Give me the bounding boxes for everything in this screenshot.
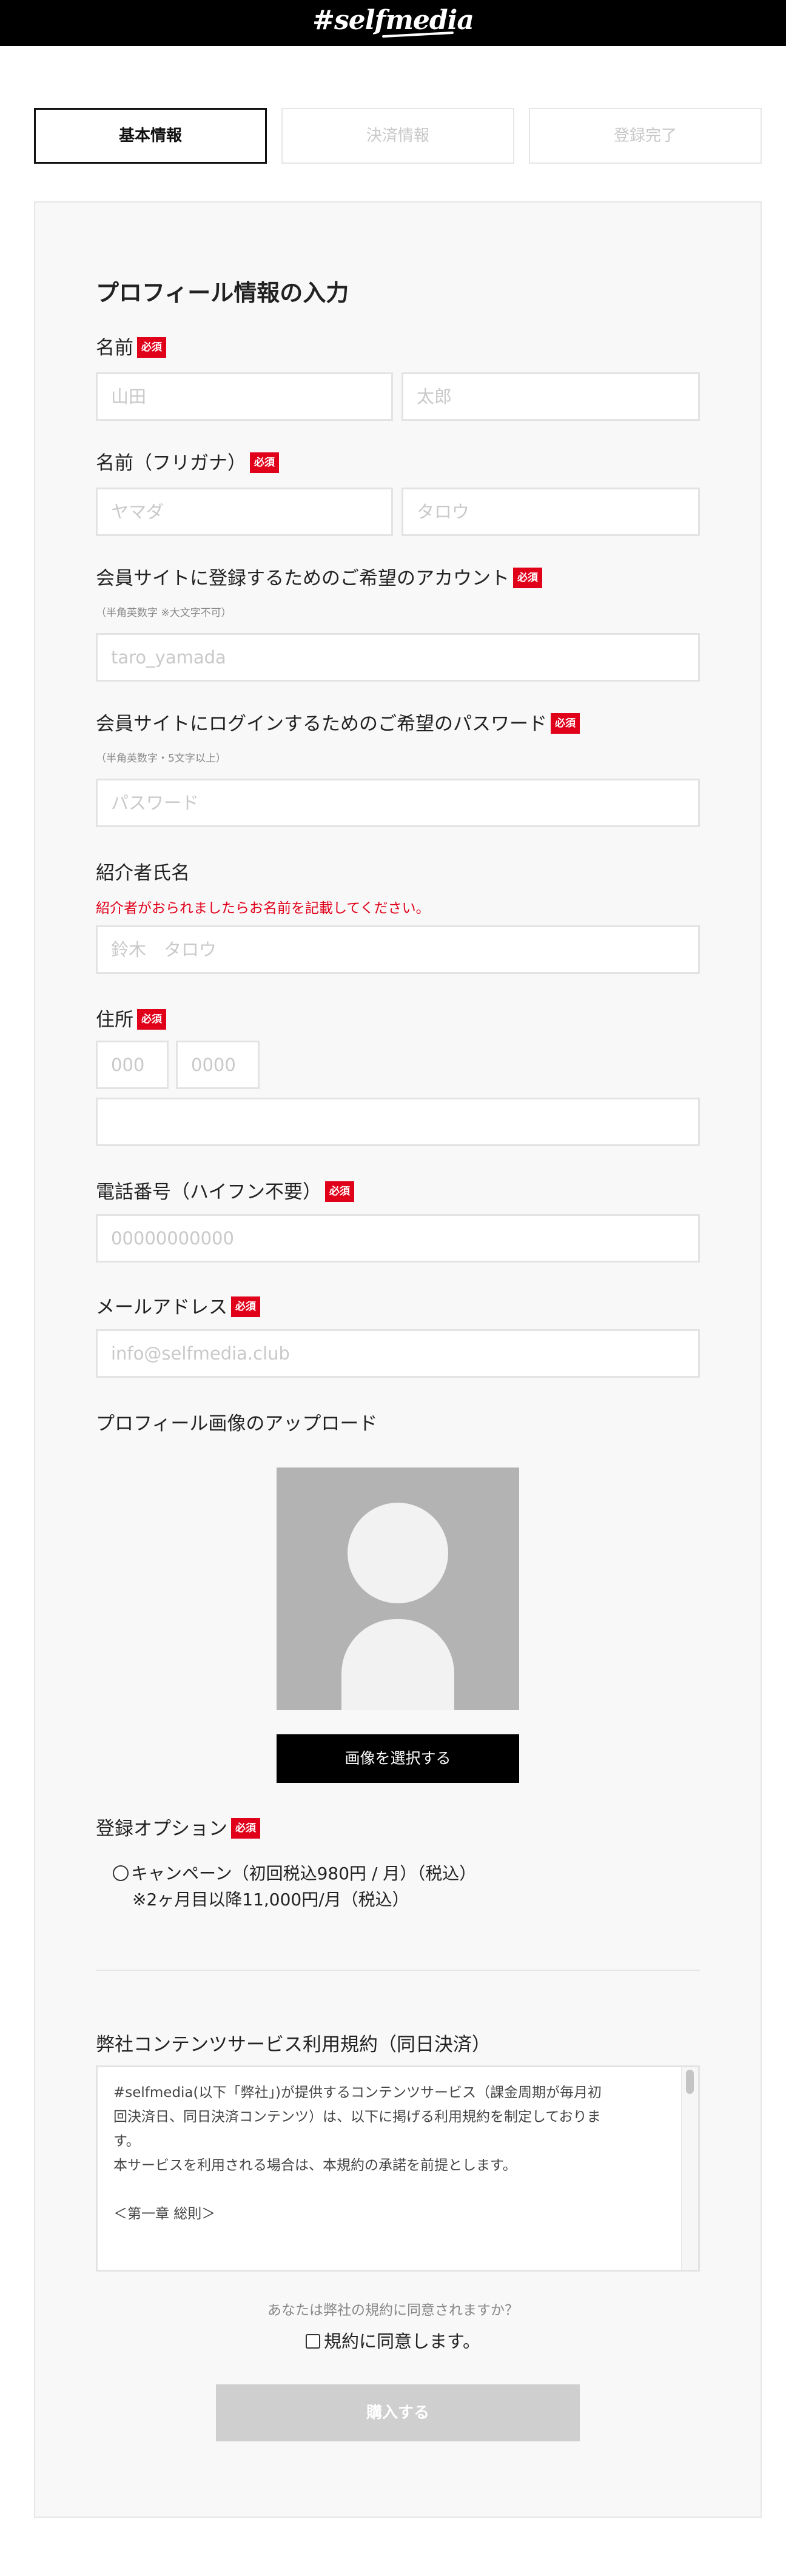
email-input[interactable]: info@selfmedia.club <box>96 1329 700 1378</box>
select-image-button[interactable]: 画像を選択する <box>277 1734 519 1783</box>
section-divider <box>96 1970 700 1971</box>
terms-line <box>113 2178 663 2202</box>
avatar-head <box>348 1503 448 1603</box>
terms-text: #selfmedia(以下「弊社」)が提供するコンテンツサービス（課金周期が毎月… <box>113 2081 663 2226</box>
password-label: 会員サイトにログインするためのご希望のパスワード 必須 <box>96 708 580 736</box>
terms-label: 弊社コンテンツサービス利用規約（同日決済） <box>96 2034 491 2056</box>
email-label: メールアドレス 必須 <box>96 1292 260 1319</box>
purchase-button[interactable]: 購入する <box>216 2384 580 2441</box>
first-name-input[interactable]: 太郎 <box>401 372 700 421</box>
step-payment-info: 決済情報 <box>281 108 514 164</box>
campaign-radio[interactable] <box>113 1865 129 1881</box>
referrer-input[interactable]: 鈴木 タロウ <box>96 925 700 974</box>
profile-image-label: プロフィール画像のアップロード <box>96 1413 378 1435</box>
account-label: 会員サイトに登録するためのご希望のアカウント 必須 <box>96 563 542 590</box>
terms-scrollbar[interactable] <box>681 2067 698 2270</box>
step-basic-info: 基本情報 <box>34 108 267 164</box>
agree-label: 規約に同意します。 <box>323 2331 481 2352</box>
terms-line: す。 <box>113 2133 140 2149</box>
name-label: 名前 必須 <box>96 332 166 360</box>
kana-label-text: 名前（フリガナ） <box>96 452 246 474</box>
last-name-kana-input[interactable]: ヤマダ <box>96 488 393 536</box>
kana-label: 名前（フリガナ） 必須 <box>96 448 279 475</box>
password-label-text: 会員サイトにログインするためのご希望のパスワード <box>96 713 547 735</box>
terms-line: 本サービスを利用される場合は、本規約の承諾を前提とします。 <box>113 2158 517 2173</box>
avatar-placeholder-icon <box>277 1467 519 1710</box>
first-name-kana-input[interactable]: タロウ <box>401 488 700 536</box>
account-input[interactable]: taro_yamada <box>96 633 700 682</box>
required-badge: 必須 <box>231 1818 260 1839</box>
campaign-option-label: キャンペーン（初回税込980円 / 月）（税込） <box>131 1863 477 1883</box>
terms-textarea[interactable]: #selfmedia(以下「弊社」)が提供するコンテンツサービス（課金周期が毎月… <box>96 2065 700 2272</box>
email-label-text: メールアドレス <box>96 1296 227 1318</box>
agree-checkbox-row[interactable]: 規約に同意します。 <box>0 2327 786 2353</box>
terms-line: ＜第一章 総則＞ <box>113 2206 216 2222</box>
password-input[interactable]: パスワード <box>96 779 700 827</box>
required-badge: 必須 <box>137 337 166 358</box>
terms-line: 回決済日、同日決済コンテンツ）は、以下に掲げる利用規約を制定しておりま <box>113 2109 601 2125</box>
step-registration-complete: 登録完了 <box>529 108 762 164</box>
zip-code-second-input[interactable]: 0000 <box>176 1041 260 1089</box>
address-label-text: 住所 <box>96 1009 133 1031</box>
account-label-text: 会員サイトに登録するためのご希望のアカウント <box>96 568 509 589</box>
avatar-body <box>341 1619 454 1710</box>
required-badge: 必須 <box>325 1181 354 1202</box>
referrer-label: 紹介者氏名 <box>96 862 190 884</box>
name-label-text: 名前 <box>96 337 133 359</box>
password-hint: （半角英数字・5文字以上） <box>96 753 226 765</box>
required-badge: 必須 <box>231 1296 260 1317</box>
phone-label: 電話番号（ハイフン不要） 必須 <box>96 1176 354 1204</box>
required-badge: 必須 <box>551 713 580 734</box>
agree-checkbox[interactable] <box>305 2334 320 2349</box>
last-name-input[interactable]: 山田 <box>96 372 393 421</box>
zip-code-first-input[interactable]: 000 <box>96 1041 169 1089</box>
required-badge: 必須 <box>250 452 279 473</box>
account-hint: （半角英数字 ※大文字不可） <box>96 607 232 619</box>
address-input[interactable] <box>96 1098 700 1146</box>
required-badge: 必須 <box>513 568 542 588</box>
option-label: 登録オプション 必須 <box>96 1813 260 1840</box>
phone-label-text: 電話番号（ハイフン不要） <box>96 1181 321 1203</box>
terms-line: #selfmedia(以下「弊社」)が提供するコンテンツサービス（課金周期が毎月… <box>113 2085 602 2101</box>
agree-question: あなたは弊社の規約に同意されますか？ <box>267 2303 519 2318</box>
campaign-option-note: ※2ヶ月目以降11,000円/月（税込） <box>132 1890 409 1910</box>
required-badge: 必須 <box>137 1009 166 1030</box>
referrer-note: 紹介者がおられましたらお名前を記載してください。 <box>96 901 430 916</box>
option-label-text: 登録オプション <box>96 1818 227 1840</box>
phone-input[interactable]: 00000000000 <box>96 1214 700 1263</box>
form-title: プロフィール情報の入力 <box>96 280 349 306</box>
campaign-option[interactable]: キャンペーン（初回税込980円 / 月）（税込） <box>113 1860 476 1885</box>
terms-scroll-thumb[interactable] <box>686 2070 694 2094</box>
address-label: 住所 必須 <box>96 1004 166 1031</box>
site-header: #selfmedia <box>0 0 786 46</box>
